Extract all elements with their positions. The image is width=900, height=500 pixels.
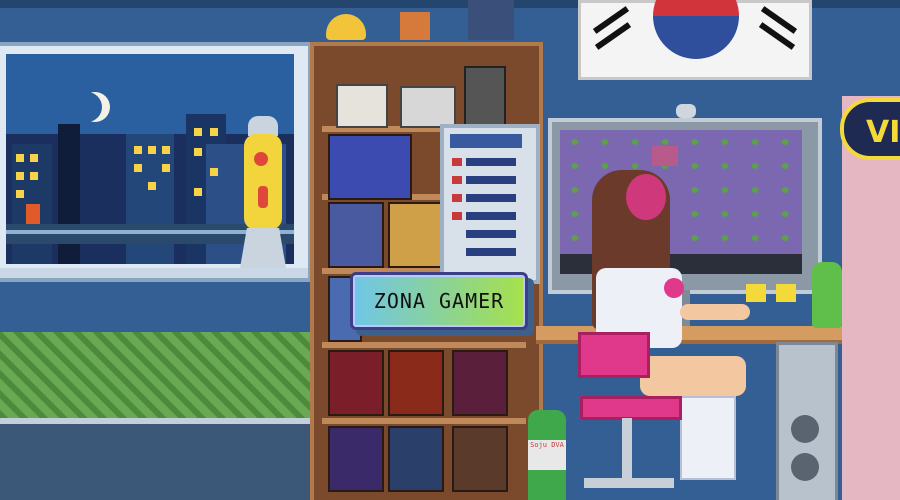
chair-back xyxy=(578,332,650,378)
gamer-arm xyxy=(680,304,750,320)
bed-frame xyxy=(0,418,318,500)
korean-flag xyxy=(578,0,812,80)
bottle-label: Soju DVA xyxy=(528,440,566,470)
game-cartridge-box xyxy=(328,350,384,416)
shelf-board xyxy=(322,342,526,348)
game-cartridge-box xyxy=(388,202,444,268)
game-cartridge-box xyxy=(328,134,412,200)
window-sill xyxy=(0,268,308,278)
retro-console xyxy=(336,84,388,128)
taegeuk-symbol xyxy=(653,0,739,59)
game-cartridge-box xyxy=(388,350,444,416)
pudding-figure xyxy=(326,14,366,40)
chair-base xyxy=(584,478,674,488)
webcam-icon xyxy=(676,104,696,118)
pc-tower xyxy=(776,342,838,500)
zona-gamer-label[interactable]: ZONA GAMER xyxy=(350,272,528,330)
pixel-art-scene: Soju DVA VI ZONA GAMER xyxy=(0,0,900,500)
lava-lamp xyxy=(240,116,286,268)
figurine-legs xyxy=(468,0,514,40)
tablet-device xyxy=(440,124,540,284)
bunny-logo-icon xyxy=(664,278,684,298)
plant-pot xyxy=(400,12,430,40)
frog-figure xyxy=(812,262,842,328)
retro-console xyxy=(400,86,456,128)
arcade-sign: VI xyxy=(840,98,900,160)
gamer-socks xyxy=(680,396,736,480)
chair-pole xyxy=(622,418,632,480)
game-cartridge-box xyxy=(328,426,384,492)
computer-monitor xyxy=(548,118,822,294)
robot-hand-figure xyxy=(464,66,506,128)
headset-icon xyxy=(626,174,666,220)
game-cartridge-box xyxy=(452,350,508,416)
green-bed-blanket xyxy=(0,332,318,418)
sticky-note xyxy=(746,284,766,302)
sticky-note xyxy=(776,284,796,302)
game-cartridge-box xyxy=(388,426,444,492)
chair-seat xyxy=(580,396,682,420)
gamer-legs xyxy=(640,356,746,396)
game-cartridge-box xyxy=(452,426,508,492)
shelf-board xyxy=(322,418,526,424)
game-cartridge-box xyxy=(328,202,384,268)
